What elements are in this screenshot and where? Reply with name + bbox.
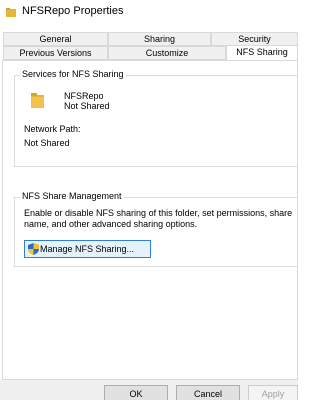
cancel-button[interactable]: Cancel: [176, 385, 240, 400]
network-path-value: Not Shared: [24, 138, 70, 148]
tab-general[interactable]: General: [3, 32, 108, 46]
folder-name: NFSRepo: [64, 91, 104, 101]
management-group-label: NFS Share Management: [20, 191, 124, 201]
folder-icon: [6, 8, 16, 17]
tab-sharing[interactable]: Sharing: [108, 32, 211, 46]
manage-nfs-sharing-button[interactable]: Manage NFS Sharing...: [24, 240, 151, 258]
tab-security[interactable]: Security: [211, 32, 298, 46]
services-group-label: Services for NFS Sharing: [20, 69, 126, 79]
management-description-line2: name, and other advanced sharing options…: [24, 219, 198, 229]
apply-button[interactable]: Apply: [248, 385, 298, 400]
tab-customize[interactable]: Customize: [108, 46, 226, 60]
tab-nfs-sharing[interactable]: NFS Sharing: [226, 45, 298, 60]
share-status: Not Shared: [64, 101, 110, 111]
network-path-label: Network Path:: [24, 124, 81, 134]
services-group: Services for NFS Sharing: [14, 69, 298, 167]
manage-nfs-sharing-label: Manage NFS Sharing...: [40, 244, 135, 254]
tab-previous-versions[interactable]: Previous Versions: [3, 46, 108, 60]
management-description-line1: Enable or disable NFS sharing of this fo…: [24, 208, 293, 218]
window-title: NFSRepo Properties: [22, 5, 124, 17]
folder-icon: [31, 93, 44, 108]
title-bar: NFSRepo Properties: [0, 0, 298, 27]
uac-shield-icon: [28, 243, 39, 255]
ok-button[interactable]: OK: [104, 385, 168, 400]
